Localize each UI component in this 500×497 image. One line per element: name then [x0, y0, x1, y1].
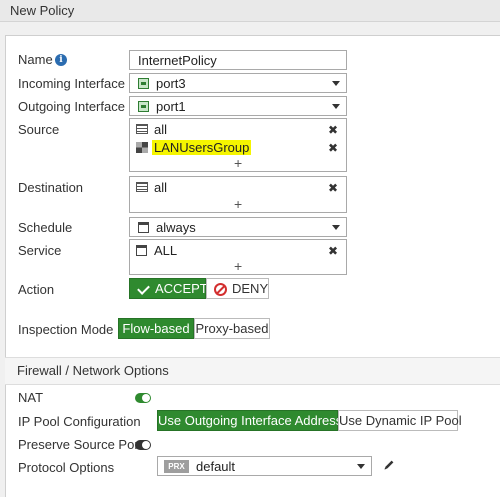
source-item: LANUsersGroup [152, 140, 252, 155]
remove-icon[interactable]: ✖ [328, 142, 338, 154]
name-input-value: InternetPolicy [138, 53, 217, 68]
use-outgoing-interface-button[interactable]: Use Outgoing Interface Address [157, 410, 342, 431]
prx-badge: PRX [164, 460, 189, 473]
accept-button[interactable]: ACCEPT [129, 278, 208, 299]
outgoing-interface-select[interactable]: port1 [129, 96, 347, 116]
address-icon [136, 182, 148, 192]
schedule-label: Schedule [18, 220, 73, 235]
schedule-select[interactable]: always [129, 217, 347, 237]
chevron-down-icon [332, 104, 340, 109]
firewall-network-options-header: Firewall / Network Options [5, 357, 500, 385]
remove-icon[interactable]: ✖ [328, 124, 338, 136]
address-icon [136, 124, 148, 134]
service-icon [136, 245, 147, 256]
section-title: Firewall / Network Options [17, 363, 169, 378]
protocol-options-value: default [196, 459, 236, 474]
name-input[interactable]: InternetPolicy [129, 50, 347, 70]
service-list[interactable]: ALL ✖ + [129, 239, 347, 275]
proxy-based-button[interactable]: Proxy-based [194, 318, 270, 339]
add-icon[interactable]: + [234, 259, 242, 273]
info-icon[interactable]: i [55, 54, 67, 66]
use-dynamic-ip-pool-button[interactable]: Use Dynamic IP Pool [338, 410, 462, 431]
deny-button[interactable]: DENY [206, 278, 269, 299]
remove-icon[interactable]: ✖ [328, 245, 338, 257]
service-item: ALL [154, 243, 178, 258]
source-label: Source [18, 122, 60, 137]
service-label: Service [18, 243, 62, 258]
deny-icon [214, 282, 227, 296]
dialog-title-bar: New Policy [0, 0, 500, 22]
user-group-icon [136, 142, 148, 153]
protocol-options-select[interactable]: PRX default [157, 456, 372, 476]
chevron-down-icon [332, 225, 340, 230]
preserve-source-port-label: Preserve Source Port [18, 437, 143, 452]
nat-toggle[interactable] [135, 393, 151, 403]
add-icon[interactable]: + [234, 197, 242, 211]
chevron-down-icon [332, 81, 340, 86]
schedule-value: always [156, 220, 196, 235]
flow-based-button[interactable]: Flow-based [118, 318, 194, 339]
interface-port-icon [138, 78, 149, 89]
calendar-icon [138, 222, 149, 233]
preserve-source-port-toggle[interactable] [135, 440, 151, 450]
destination-list[interactable]: all ✖ + [129, 176, 347, 213]
interface-port-icon [138, 101, 149, 112]
destination-item: all [154, 180, 168, 195]
inspection-mode-label: Inspection Mode [18, 322, 114, 337]
action-label: Action [18, 282, 55, 297]
checkmark-icon [137, 281, 150, 295]
nat-label: NAT [18, 390, 44, 405]
add-icon[interactable]: + [234, 156, 242, 170]
name-label: Name [18, 52, 53, 67]
ip-pool-label: IP Pool Configuration [18, 414, 141, 429]
remove-icon[interactable]: ✖ [328, 182, 338, 194]
outgoing-interface-label: Outgoing Interface [18, 99, 125, 114]
protocol-options-label: Protocol Options [18, 460, 115, 475]
source-list[interactable]: all ✖ LANUsersGroup ✖ + [129, 118, 347, 172]
page-title: New Policy [10, 3, 75, 18]
destination-label: Destination [18, 180, 84, 195]
pencil-edit-icon[interactable] [383, 459, 395, 471]
source-item: all [154, 122, 168, 137]
outgoing-interface-value: port1 [156, 99, 186, 114]
chevron-down-icon [357, 464, 365, 469]
incoming-interface-select[interactable]: port3 [129, 73, 347, 93]
incoming-interface-value: port3 [156, 76, 186, 91]
incoming-interface-label: Incoming Interface [18, 76, 125, 91]
